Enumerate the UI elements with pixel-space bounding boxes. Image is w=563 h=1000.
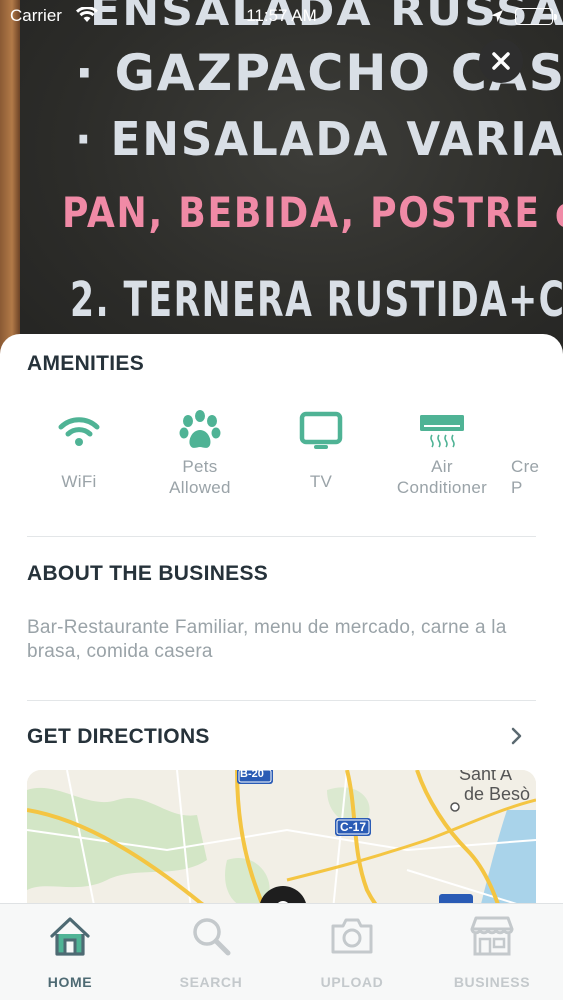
amenity-label: WiFi bbox=[61, 472, 97, 491]
amenity-tv: TV bbox=[261, 406, 381, 492]
section-divider bbox=[27, 700, 536, 701]
map-road-label-b20: B-20 bbox=[240, 770, 264, 780]
map-road-label-c17: C-17 bbox=[340, 820, 367, 834]
tab-business[interactable]: BUSINESS bbox=[422, 904, 562, 1000]
status-bar: Carrier 11:57 AM bbox=[0, 0, 563, 34]
search-icon bbox=[193, 918, 231, 956]
amenities-title: AMENITIES bbox=[27, 352, 145, 375]
about-title: ABOUT THE BUSINESS bbox=[27, 562, 269, 585]
close-button[interactable] bbox=[479, 39, 523, 83]
close-icon bbox=[492, 52, 510, 70]
amenity-wifi: WiFi bbox=[19, 406, 139, 492]
tv-icon bbox=[299, 411, 343, 449]
tab-search[interactable]: SEARCH bbox=[141, 904, 281, 1000]
air-conditioner-icon bbox=[420, 415, 464, 448]
amenity-label: Cre P bbox=[511, 457, 540, 497]
tab-label: HOME bbox=[47, 974, 93, 990]
clock: 11:57 AM bbox=[246, 6, 317, 25]
home-icon bbox=[50, 917, 90, 956]
amenity-partial: Cre P bbox=[503, 406, 563, 498]
chalkboard-frame bbox=[0, 0, 20, 370]
amenity-air-conditioner: Air Conditioner bbox=[382, 406, 502, 498]
directions-title: GET DIRECTIONS bbox=[27, 725, 210, 748]
paw-icon bbox=[179, 410, 221, 448]
battery-icon bbox=[515, 8, 557, 25]
section-divider bbox=[27, 536, 536, 537]
amenity-pets-allowed: Pets Allowed bbox=[140, 406, 260, 498]
camera-icon bbox=[331, 918, 373, 954]
chalkboard-line-5: 2. TERNERA RUSTIDA+CHAMPIS bbox=[70, 272, 563, 328]
amenity-label: Air Conditioner bbox=[396, 457, 488, 497]
map-view[interactable]: B-20 C-17 Sant A de Besò bbox=[27, 770, 536, 904]
wifi-icon bbox=[58, 417, 100, 446]
tab-label: BUSINESS bbox=[453, 974, 531, 990]
about-description: Bar-Restaurante Familiar, menu de mercad… bbox=[27, 617, 507, 662]
map-graphic bbox=[27, 770, 536, 904]
amenity-label: Pets Allowed bbox=[169, 457, 231, 497]
tab-home[interactable]: HOME bbox=[0, 904, 140, 1000]
map-town-label-2: de Besò bbox=[464, 784, 531, 804]
chalkboard-line-3: · ENSALADA VARIADA bbox=[75, 112, 563, 166]
tab-label: UPLOAD bbox=[320, 974, 384, 990]
tab-bar: HOME SEARCH UPLOAD BUSINESS bbox=[0, 903, 563, 1000]
tab-label: SEARCH bbox=[179, 974, 243, 990]
tab-upload[interactable]: UPLOAD bbox=[282, 904, 422, 1000]
store-icon bbox=[470, 916, 514, 956]
details-sheet: AMENITIES WiFi Pets Allowed TV Air Condi… bbox=[0, 334, 563, 904]
location-arrow-icon bbox=[490, 8, 504, 28]
chevron-right-icon bbox=[511, 727, 522, 745]
amenity-label: TV bbox=[309, 472, 333, 491]
chalkboard-line-4: PAN, BEBIDA, POSTRE o CAFÉ... bbox=[62, 188, 563, 237]
map-town-label-1: Sant A bbox=[459, 770, 513, 784]
